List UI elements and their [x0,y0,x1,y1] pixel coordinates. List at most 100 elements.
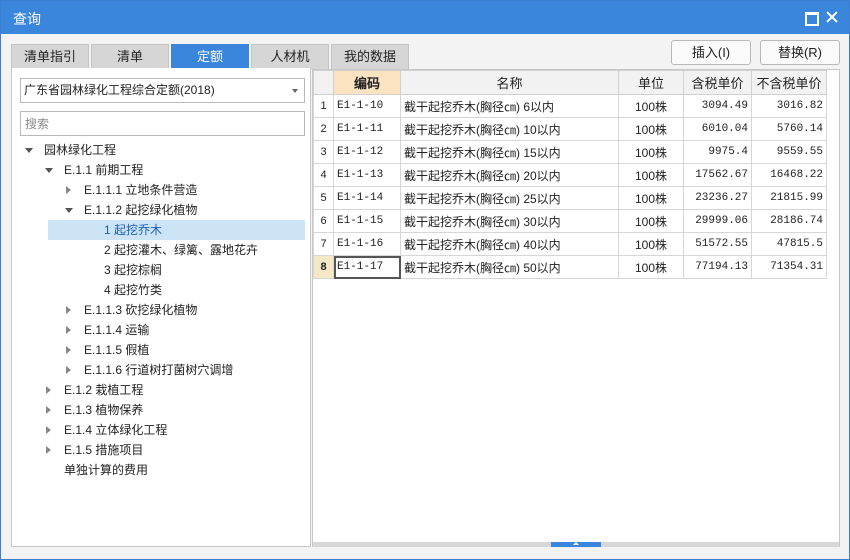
price-with-tax-cell[interactable]: 9975.4 [683,140,752,164]
tab-bill-guide[interactable]: 清单指引 [11,44,89,69]
close-icon[interactable] [824,9,840,25]
tree-item[interactable]: 2 起挖灌木、绿篱、露地花卉 [84,240,258,260]
name-cell[interactable]: 截干起挖乔木(胸径㎝) 50以内 [400,255,619,279]
expanded-arrow-icon[interactable] [24,140,34,160]
expanded-arrow-icon[interactable] [44,160,54,180]
tree-item[interactable]: 4 起挖竹类 [84,280,162,300]
table-row[interactable]: 4 E1-1-13 截干起挖乔木(胸径㎝) 20以内 100株 17562.67 1646… [313,163,827,187]
price-with-tax-cell[interactable]: 23236.27 [683,186,752,210]
code-cell[interactable]: E1-1-11 [333,117,401,141]
price-without-tax-cell[interactable]: 5760.14 [751,117,827,141]
collapsed-arrow-icon[interactable] [64,360,74,380]
code-cell[interactable]: E1-1-12 [333,140,401,164]
name-cell[interactable]: 截干起挖乔木(胸径㎝) 30以内 [400,209,619,233]
expanded-arrow-icon[interactable] [64,200,74,220]
row-index-cell[interactable]: 7 [313,232,334,256]
replace-button[interactable]: 替换(R) [760,40,840,65]
table-row[interactable]: 8 E1-1-17 截干起挖乔木(胸径㎝) 50以内 100株 77194.13 7135… [313,255,827,279]
tree-item[interactable]: E.1.1.3 砍挖绿化植物 [64,300,197,320]
price-without-tax-cell[interactable]: 16468.22 [751,163,827,187]
tree-item[interactable]: E.1.5 措施项目 [44,440,143,460]
insert-button[interactable]: 插入(I) [671,40,751,65]
row-index-cell[interactable]: 6 [313,209,334,233]
code-cell[interactable]: E1-1-10 [333,94,401,118]
collapsed-arrow-icon[interactable] [44,400,54,420]
row-index-cell[interactable]: 5 [313,186,334,210]
code-cell[interactable]: E1-1-13 [333,163,401,187]
table-row[interactable]: 3 E1-1-12 截干起挖乔木(胸径㎝) 15以内 100株 9975.4 9559.5… [313,140,827,164]
name-cell[interactable]: 截干起挖乔木(胸径㎝) 15以内 [400,140,619,164]
price-without-tax-cell[interactable]: 71354.31 [751,255,827,279]
table-row[interactable]: 5 E1-1-14 截干起挖乔木(胸径㎝) 25以内 100株 23236.27 2181… [313,186,827,210]
table-row[interactable]: 6 E1-1-15 截干起挖乔木(胸径㎝) 30以内 100株 29999.06 2818… [313,209,827,233]
price-with-tax-cell[interactable]: 29999.06 [683,209,752,233]
row-index-cell[interactable]: 1 [313,94,334,118]
name-cell[interactable]: 截干起挖乔木(胸径㎝) 40以内 [400,232,619,256]
tab-labor-material-machine[interactable]: 人材机 [251,44,329,69]
collapsed-arrow-icon[interactable] [64,300,74,320]
price-with-tax-cell[interactable]: 3094.49 [683,94,752,118]
tab-my-data[interactable]: 我的数据 [331,44,409,69]
name-cell[interactable]: 截干起挖乔木(胸径㎝) 25以内 [400,186,619,210]
quota-library-select[interactable]: 广东省园林绿化工程综合定额(2018) [20,78,305,103]
tree-item[interactable]: E.1.1.1 立地条件营造 [64,180,197,200]
code-cell[interactable]: E1-1-14 [333,186,401,210]
price-with-tax-cell[interactable]: 77194.13 [683,255,752,279]
row-index-cell[interactable]: 4 [313,163,334,187]
tree-item[interactable]: 园林绿化工程 [24,140,116,160]
name-cell[interactable]: 截干起挖乔木(胸径㎝) 10以内 [400,117,619,141]
horizontal-scrollbar[interactable] [313,542,839,547]
row-index-cell[interactable]: 2 [313,117,334,141]
tree-item[interactable]: E.1.1.5 假植 [64,340,149,360]
unit-cell[interactable]: 100株 [618,186,684,210]
price-with-tax-cell[interactable]: 51572.55 [683,232,752,256]
price-without-tax-cell[interactable]: 47815.5 [751,232,827,256]
price-without-tax-cell[interactable]: 28186.74 [751,209,827,233]
price-without-tax-cell[interactable]: 3016.82 [751,94,827,118]
tree-item[interactable]: 单独计算的费用 [44,460,148,480]
collapsed-arrow-icon[interactable] [64,340,74,360]
title-bar[interactable]: 查询 [1,1,849,34]
unit-cell[interactable]: 100株 [618,94,684,118]
unit-cell[interactable]: 100株 [618,140,684,164]
tree-item[interactable]: 3 起挖棕榈 [84,260,162,280]
collapsed-arrow-icon[interactable] [44,440,54,460]
price-with-tax-cell[interactable]: 17562.67 [683,163,752,187]
unit-cell[interactable]: 100株 [618,232,684,256]
tree-item[interactable]: 1 起挖乔木 [48,220,305,240]
price-without-tax-cell[interactable]: 21815.99 [751,186,827,210]
code-cell[interactable]: E1-1-15 [333,209,401,233]
table-row[interactable]: 1 E1-1-10 截干起挖乔木(胸径㎝) 6以内 100株 3094.49 3016.8… [313,94,827,118]
unit-cell[interactable]: 100株 [618,163,684,187]
name-cell[interactable]: 截干起挖乔木(胸径㎝) 20以内 [400,163,619,187]
tab-bill[interactable]: 清单 [91,44,169,69]
price-with-tax-cell[interactable]: 6010.04 [683,117,752,141]
column-header-code[interactable]: 编码 [333,70,401,95]
row-index-cell[interactable]: 8 [313,255,334,279]
maximize-icon[interactable] [802,9,819,26]
unit-cell[interactable]: 100株 [618,117,684,141]
row-index-cell[interactable]: 3 [313,140,334,164]
collapsed-arrow-icon[interactable] [64,180,74,200]
unit-cell[interactable]: 100株 [618,255,684,279]
column-header-index[interactable] [313,70,334,95]
table-row[interactable]: 2 E1-1-11 截干起挖乔木(胸径㎝) 10以内 100株 6010.04 5760.… [313,117,827,141]
column-header-price-with-tax[interactable]: 含税单价 [683,70,752,95]
column-header-name[interactable]: 名称 [400,70,619,95]
unit-cell[interactable]: 100株 [618,209,684,233]
search-input[interactable] [20,111,305,136]
code-cell[interactable]: E1-1-16 [333,232,401,256]
tree-item[interactable]: E.1.1 前期工程 [44,160,143,180]
column-header-unit[interactable]: 单位 [618,70,684,95]
tree-item[interactable]: E.1.1.2 起挖绿化植物 [64,200,197,220]
price-without-tax-cell[interactable]: 9559.55 [751,140,827,164]
collapsed-arrow-icon[interactable] [44,420,54,440]
tree-item[interactable]: E.1.1.4 运输 [64,320,149,340]
tree-item[interactable]: E.1.1.6 行道树打菌树穴调增 [64,360,233,380]
tree-item[interactable]: E.1.3 植物保养 [44,400,143,420]
table-row[interactable]: 7 E1-1-16 截干起挖乔木(胸径㎝) 40以内 100株 51572.55 4781… [313,232,827,256]
tab-quota[interactable]: 定额 [171,44,249,69]
collapsed-arrow-icon[interactable] [44,380,54,400]
tree-item[interactable]: E.1.2 栽植工程 [44,380,143,400]
column-header-price-without-tax[interactable]: 不含税单价 [751,70,827,95]
